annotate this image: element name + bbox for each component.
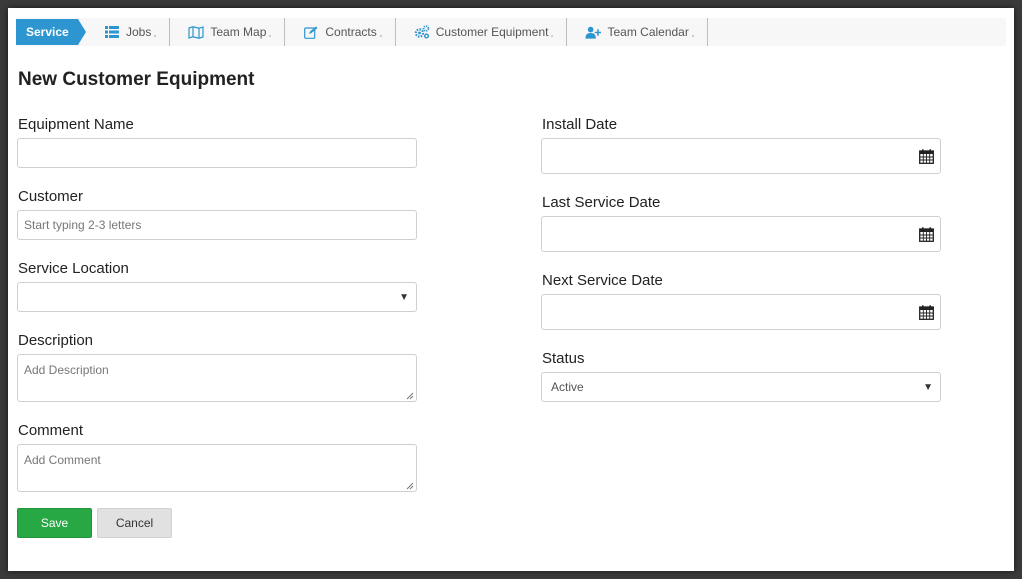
customer-label: Customer	[18, 188, 84, 205]
service-location-select[interactable]: ▼	[17, 282, 417, 312]
nav-item-label: Jobs	[126, 25, 157, 39]
last-service-date-label: Last Service Date	[542, 194, 661, 211]
description-textarea[interactable]	[17, 354, 417, 402]
comment-textarea[interactable]	[17, 444, 417, 492]
map-icon	[188, 25, 204, 39]
cancel-button-label: Cancel	[115, 516, 154, 530]
install-date-label: Install Date	[542, 116, 618, 133]
customer-input[interactable]	[17, 210, 417, 240]
equipment-name-input[interactable]	[17, 138, 417, 168]
cancel-button[interactable]: Cancel	[97, 508, 172, 538]
top-nav: Service Jobs Team Map Contracts Customer…	[16, 18, 1006, 46]
install-date-input[interactable]	[541, 138, 941, 174]
next-service-date-label: Next Service Date	[542, 272, 663, 289]
next-service-date-input[interactable]	[541, 294, 941, 330]
nav-item-team-calendar[interactable]: Team Calendar	[567, 18, 708, 46]
calendar-icon[interactable]	[919, 227, 934, 242]
nav-item-label: Contracts	[325, 25, 383, 39]
list-icon	[104, 25, 120, 39]
nav-item-label: Team Calendar	[607, 25, 695, 39]
comment-label: Comment	[18, 422, 84, 439]
calendar-icon[interactable]	[919, 305, 934, 320]
description-label: Description	[18, 332, 94, 349]
page-title: New Customer Equipment	[18, 69, 255, 90]
nav-item-contracts[interactable]: Contracts	[285, 18, 396, 46]
save-button[interactable]: Save	[17, 508, 92, 538]
equipment-name-label: Equipment Name	[18, 116, 134, 133]
nav-item-jobs[interactable]: Jobs	[78, 18, 171, 46]
service-location-label: Service Location	[18, 260, 129, 277]
nav-home-label: Service	[26, 25, 69, 39]
nav-home-service[interactable]: Service	[16, 19, 86, 45]
status-label: Status	[542, 350, 585, 367]
nav-item-label: Team Map	[210, 25, 272, 39]
dropdown-arrow-icon: ▼	[923, 382, 933, 393]
last-service-date-input[interactable]	[541, 216, 941, 252]
nav-item-label: Customer Equipment	[435, 25, 554, 39]
user-plus-icon	[585, 25, 602, 39]
nav-item-team-map[interactable]: Team Map	[170, 18, 286, 46]
dropdown-arrow-icon: ▼	[399, 292, 409, 303]
nav-item-customer-equipment[interactable]: Customer Equipment	[396, 18, 568, 46]
edit-icon	[303, 25, 319, 39]
calendar-icon[interactable]	[919, 149, 934, 164]
status-select[interactable]: Active ▼	[541, 372, 941, 402]
save-button-label: Save	[40, 516, 69, 530]
status-value: Active	[551, 380, 584, 394]
gears-icon	[414, 25, 430, 39]
app-window: Service Jobs Team Map Contracts Customer…	[8, 8, 1014, 571]
